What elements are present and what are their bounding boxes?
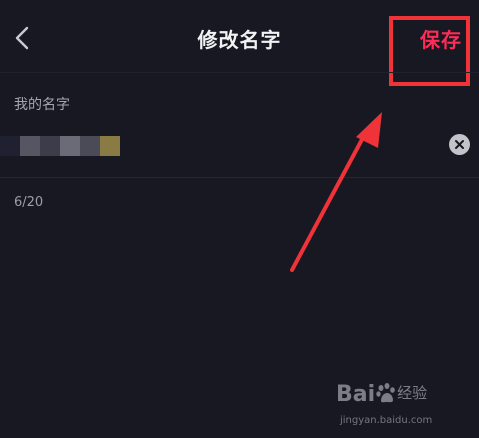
watermark-logo: Bai 经验 — [336, 382, 427, 407]
annotation-arrow — [290, 112, 382, 272]
watermark-logo-suffix: 经验 — [397, 384, 428, 402]
watermark-url: jingyan.baidu.com — [340, 415, 433, 426]
watermark-logo-prefix: Bai — [336, 382, 376, 407]
edit-name-screen: 修改名字 保存 我的名字 6/20 Bai 经验 jingyan.baidu.c… — [0, 0, 479, 438]
paw-icon — [376, 383, 395, 403]
baidu-jingyan-watermark: Bai 经验 jingyan.baidu.com — [336, 382, 476, 434]
